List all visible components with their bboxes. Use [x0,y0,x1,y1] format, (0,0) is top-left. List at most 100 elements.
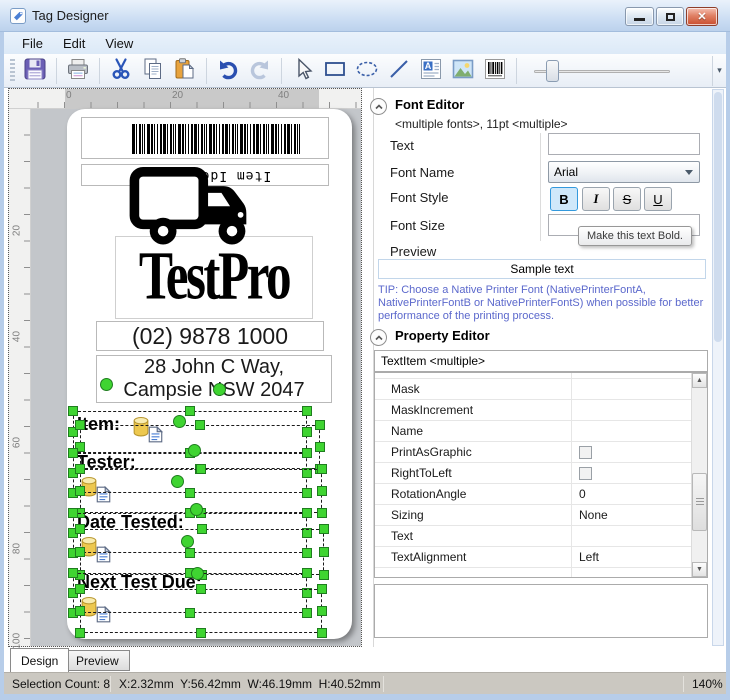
tab-preview[interactable]: Preview [65,650,130,671]
rotate-handle[interactable] [100,378,113,391]
property-row-Mask[interactable]: Mask [375,379,691,400]
line-tool-button[interactable] [383,57,415,85]
bold-button[interactable]: B [550,187,578,211]
resize-handle[interactable] [317,606,327,616]
text-input[interactable] [548,133,700,155]
copy-button[interactable] [137,57,169,85]
resize-handle[interactable] [196,464,206,474]
property-row-MaskIncrement[interactable]: MaskIncrement [375,400,691,421]
property-row-RotationAngle[interactable]: RotationAngle0 [375,484,691,505]
resize-handle[interactable] [68,448,78,458]
resize-handle[interactable] [302,568,312,578]
property-checkbox[interactable] [579,446,592,459]
resize-handle[interactable] [75,547,85,557]
resize-handle[interactable] [302,448,312,458]
zoom-slider[interactable] [532,57,672,85]
resize-handle[interactable] [319,547,329,557]
property-row-TextAlignment[interactable]: TextAlignmentLeft [375,547,691,568]
save-button[interactable] [19,57,51,85]
toolbar-overflow-button[interactable]: ▾ [712,56,726,86]
rectangle-tool-button[interactable] [319,57,351,85]
font-editor-subtitle: <multiple fonts>, 11pt <multiple> [395,117,568,131]
resize-handle[interactable] [75,486,85,496]
resize-handle[interactable] [75,606,85,616]
close-button[interactable]: ✕ [686,7,718,26]
resize-handle[interactable] [319,524,329,534]
resize-handle[interactable] [75,420,85,430]
barcode-tool-button[interactable] [479,57,511,85]
rotate-handle[interactable] [188,444,201,457]
property-description-box [374,584,708,638]
property-grid[interactable]: MaskMaskIncrementNamePrintAsGraphicRight… [374,372,708,578]
toolbar-separator [56,58,57,84]
font-name-combobox[interactable]: Arial [548,161,700,183]
menu-item-edit[interactable]: Edit [53,34,95,53]
resize-handle[interactable] [197,524,207,534]
property-row-PrintAsGraphic[interactable]: PrintAsGraphic [375,442,691,463]
resize-handle[interactable] [68,568,78,578]
resize-handle[interactable] [317,486,327,496]
resize-handle[interactable] [319,570,329,580]
scroll-up-button[interactable]: ▲ [692,373,707,388]
resize-handle[interactable] [75,524,85,534]
image-tool-button[interactable] [447,57,479,85]
print-button[interactable] [62,57,94,85]
property-row-Sizing[interactable]: SizingNone [375,505,691,526]
resize-handle[interactable] [75,464,85,474]
resize-handle[interactable] [315,420,325,430]
cut-button[interactable] [105,57,137,85]
rotate-handle[interactable] [173,415,186,428]
tab-design[interactable]: Design [10,648,69,672]
property-row-RightToLeft[interactable]: RightToLeft [375,463,691,484]
strikeout-button[interactable]: S [613,187,641,211]
save-icon [23,57,47,84]
zoom-slider-thumb[interactable] [546,60,559,82]
menu-item-file[interactable]: File [12,34,53,53]
panel-scrollbar[interactable] [712,89,724,646]
property-row-Text[interactable]: Text [375,526,691,547]
maximize-button[interactable] [656,7,684,26]
resize-handle[interactable] [317,464,327,474]
resize-handle[interactable] [302,406,312,416]
menu-item-view[interactable]: View [95,34,143,53]
resize-handle[interactable] [68,406,78,416]
panel-scroll-thumb[interactable] [714,92,722,342]
redo-button[interactable] [244,57,276,85]
scroll-down-button[interactable]: ▼ [692,562,707,577]
resize-handle[interactable] [68,508,78,518]
resize-handle[interactable] [196,628,206,638]
text-tool-button[interactable]: A [415,57,447,85]
resize-handle[interactable] [75,628,85,638]
resize-handle[interactable] [317,584,327,594]
resize-handle[interactable] [317,628,327,638]
title-bar[interactable]: Tag Designer ✕ [0,0,730,32]
resize-handle[interactable] [315,442,325,452]
resize-handle[interactable] [302,508,312,518]
ellipse-tool-button[interactable] [351,57,383,85]
resize-handle[interactable] [195,420,205,430]
rotate-handle[interactable] [190,503,203,516]
toolbar-grip[interactable] [10,59,15,83]
resize-handle[interactable] [317,508,327,518]
rotate-handle[interactable] [213,383,226,396]
design-canvas[interactable]: 02040 20406080100 Item Identifier TestPr… [8,88,362,647]
rotate-handle[interactable] [191,567,204,580]
minimize-button[interactable] [625,7,654,26]
paste-button[interactable] [169,57,201,85]
property-row-Name[interactable]: Name [375,421,691,442]
resize-handle[interactable] [196,584,206,594]
rotate-handle[interactable] [171,475,184,488]
property-editor-collapse-button[interactable] [370,329,387,346]
property-checkbox[interactable] [579,467,592,480]
italic-button[interactable]: I [582,187,610,211]
scroll-thumb[interactable] [692,473,707,531]
undo-button[interactable] [212,57,244,85]
font-editor-collapse-button[interactable] [370,98,387,115]
pointer-tool-button[interactable] [287,57,319,85]
underline-button[interactable]: U [644,187,672,211]
grid-scrollbar[interactable]: ▲ ▼ [691,373,707,577]
resize-handle[interactable] [75,584,85,594]
tip-text: TIP: Choose a Native Printer Font (Nativ… [378,284,710,323]
rotate-handle[interactable] [181,535,194,548]
resize-handle[interactable] [185,406,195,416]
